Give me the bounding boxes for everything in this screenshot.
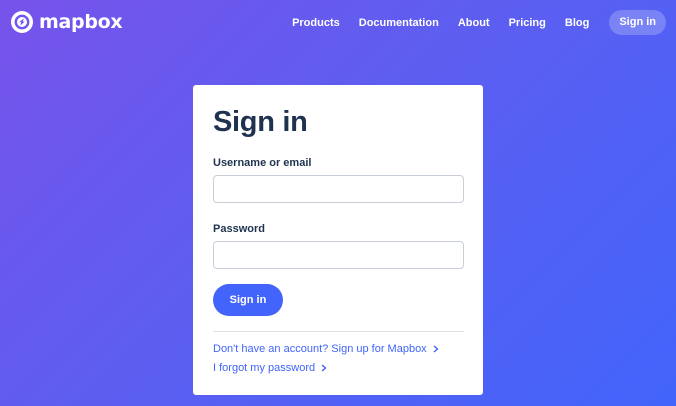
brand-name: mapbox	[39, 11, 123, 33]
signup-link[interactable]: Don't have an account? Sign up for Mapbo…	[213, 343, 439, 355]
mapbox-logo-icon	[11, 11, 33, 33]
nav-signin-button[interactable]: Sign in	[609, 10, 666, 35]
page-title: Sign in	[213, 106, 308, 138]
username-label: Username or email	[213, 157, 312, 169]
nav-item-products[interactable]: Products	[292, 17, 340, 29]
signin-submit-button[interactable]: Sign in	[213, 284, 283, 316]
forgot-password-link[interactable]: I forgot my password	[213, 362, 327, 374]
nav-item-about[interactable]: About	[458, 17, 490, 29]
password-label: Password	[213, 223, 265, 235]
top-navigation-bar: mapbox Products Documentation About Pric…	[0, 0, 676, 44]
signup-link-text: Don't have an account? Sign up for Mapbo…	[213, 343, 427, 355]
chevron-right-icon	[433, 345, 439, 353]
mapbox-logo-link[interactable]: mapbox	[10, 10, 123, 34]
forgot-password-link-text: I forgot my password	[213, 362, 316, 374]
main-nav: Products Documentation About Pricing Blo…	[273, 10, 666, 35]
nav-item-documentation[interactable]: Documentation	[359, 17, 439, 29]
nav-item-blog[interactable]: Blog	[565, 17, 589, 29]
username-input[interactable]	[213, 175, 464, 203]
nav-item-pricing[interactable]: Pricing	[509, 17, 546, 29]
signin-card: Sign in Username or email Password Sign …	[193, 85, 483, 395]
chevron-right-icon	[321, 364, 327, 372]
password-input[interactable]	[213, 241, 464, 269]
divider	[213, 331, 464, 332]
